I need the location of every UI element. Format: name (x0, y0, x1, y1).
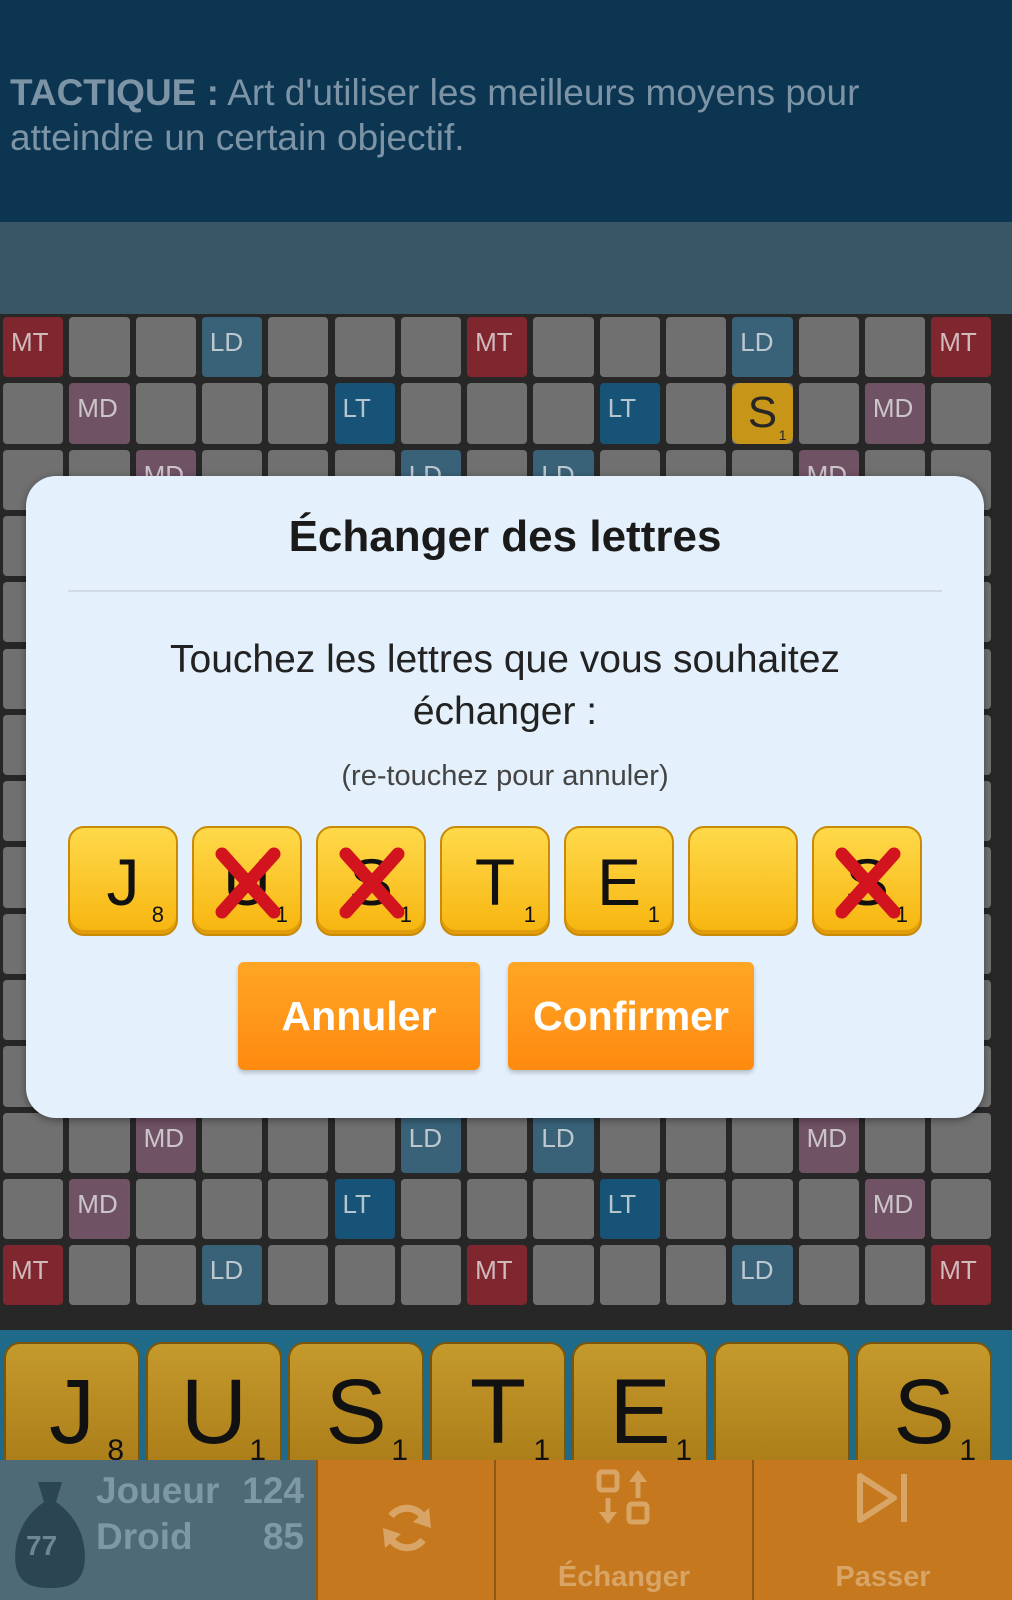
pass-icon (857, 1473, 907, 1523)
selected-cross-icon (339, 847, 405, 919)
player-score: 124 (242, 1470, 304, 1511)
score-panel: 77 Joueur 124 Droid 85 (0, 1460, 316, 1600)
definition-text: TACTIQUE : Art d'utiliser les meilleurs … (10, 70, 970, 160)
exchange-tile-t[interactable]: T1 (440, 826, 550, 936)
dialog-instruction: Touchez les lettres que vous souhaitez é… (170, 638, 840, 733)
confirm-button[interactable]: Confirmer (508, 962, 754, 1070)
exchange-tile-s[interactable]: S1 (812, 826, 922, 936)
definition-term: TACTIQUE : (10, 72, 219, 113)
dialog-title: Échanger des lettres (288, 512, 722, 561)
exchange-label: Échanger (557, 1561, 691, 1593)
dialog-divider (68, 590, 942, 592)
pass-label: Passer (835, 1561, 931, 1593)
shuffle-button[interactable] (316, 1460, 494, 1600)
exchange-tile-e[interactable]: E1 (564, 826, 674, 936)
selected-cross-icon (835, 847, 901, 919)
exchange-icon (596, 1469, 650, 1525)
player-name: Joueur (96, 1470, 220, 1511)
bag-count: 77 (26, 1530, 58, 1561)
exchange-button[interactable]: Échanger (494, 1460, 752, 1600)
exchange-dialog: Échanger des lettres Touchez les lettres… (26, 476, 984, 1118)
definition-banner: TACTIQUE : Art d'utiliser les meilleurs … (0, 0, 1012, 222)
player-row-1: Joueur 124 (96, 1470, 304, 1512)
exchange-tile-u[interactable]: U1 (192, 826, 302, 936)
dialog-hint: (re-touchez pour annuler) (341, 760, 669, 792)
tile-score: 1 (647, 902, 660, 927)
tile-score: 1 (523, 902, 536, 927)
exchange-tile-j[interactable]: J8 (68, 826, 178, 936)
shuffle-icon (383, 1504, 431, 1552)
exchange-tile-blank[interactable] (688, 826, 798, 936)
player-row-2: Droid 85 (96, 1516, 304, 1558)
pass-button[interactable]: Passer (752, 1460, 1012, 1600)
opponent-name: Droid (96, 1516, 193, 1557)
cancel-button[interactable]: Annuler (238, 962, 480, 1070)
selected-cross-icon (215, 847, 281, 919)
tile-score: 8 (151, 902, 164, 927)
bottom-bar: 77 Joueur 124 Droid 85 Échanger Passer (0, 1460, 1012, 1600)
opponent-score: 85 (262, 1516, 304, 1557)
letter-rack: J8U1S1T1E1S1 (0, 1330, 1012, 1480)
exchange-tile-s[interactable]: S1 (316, 826, 426, 936)
